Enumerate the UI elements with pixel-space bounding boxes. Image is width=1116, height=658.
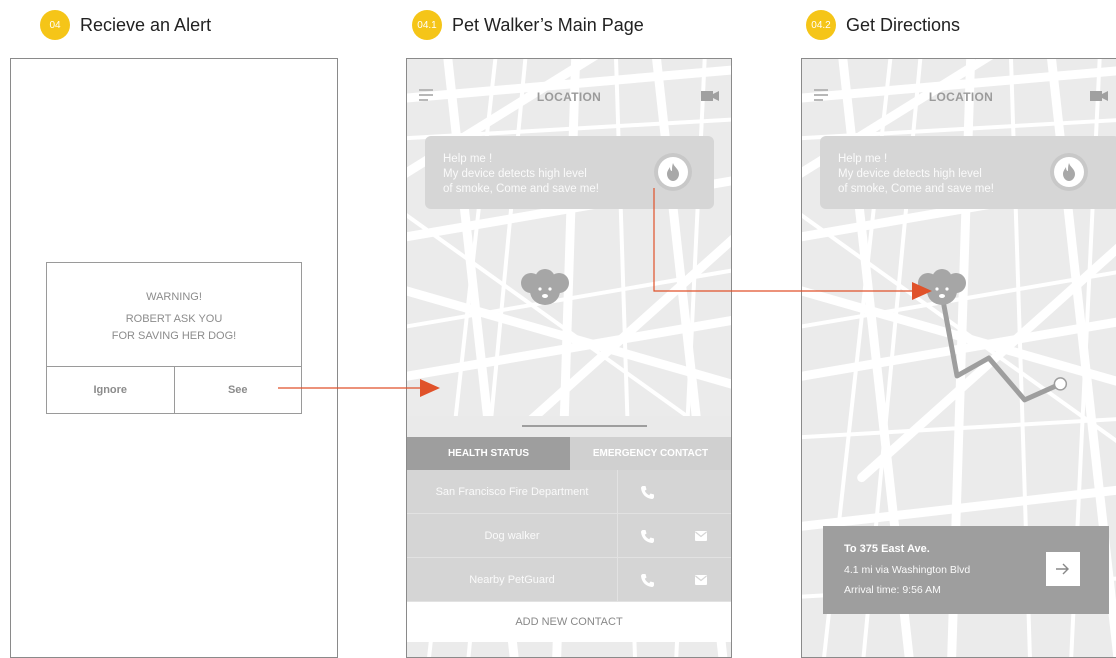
dog-icon[interactable] <box>916 269 968 311</box>
phone-frame-directions: LOCATION Help me ! My device detects hig… <box>801 58 1116 658</box>
dialog-message-line1: ROBERT ASK YOU <box>125 313 223 325</box>
phone-frame-main: LOCATION Help me ! My device detects hig… <box>406 58 732 658</box>
alert-line3: of smoke, Come and save me! <box>443 183 599 195</box>
tab-bar: HEALTH STATUS EMERGENCY CONTACT <box>407 437 731 470</box>
fire-button[interactable] <box>654 153 692 191</box>
screen1-heading: 04 Recieve an Alert <box>40 10 211 40</box>
dialog-message-line2: FOR SAVING HER DOG! <box>111 330 237 342</box>
contact-name: San Francisco Fire Department <box>407 470 618 514</box>
destination-marker <box>1053 377 1068 391</box>
add-contact-button[interactable]: ADD NEW CONTACT <box>407 602 731 642</box>
alert-card[interactable]: Help me ! My device detects high level o… <box>820 136 1116 209</box>
phone-icon[interactable] <box>641 574 654 587</box>
contact-name: Dog walker <box>407 514 618 558</box>
see-button[interactable]: See <box>175 367 302 413</box>
fire-icon <box>1063 163 1075 181</box>
page-title: LOCATION <box>536 90 602 104</box>
tab-emergency-contact[interactable]: EMERGENCY CONTACT <box>570 437 731 470</box>
dialog-title: WARNING! <box>146 291 202 303</box>
contact-row: San Francisco Fire Department <box>407 470 731 514</box>
mail-icon[interactable] <box>695 575 707 585</box>
alert-line3: of smoke, Come and save me! <box>838 183 994 195</box>
dog-icon[interactable] <box>519 269 571 311</box>
alert-message: Help me ! My device detects high level o… <box>838 152 994 197</box>
contact-row: Nearby PetGuard <box>407 558 731 602</box>
screen2-heading: 04.1 Pet Walker’s Main Page <box>412 10 644 40</box>
alert-card[interactable]: Help me ! My device detects high level o… <box>425 136 714 209</box>
step-title: Get Directions <box>846 14 961 35</box>
step-title: Pet Walker’s Main Page <box>452 14 644 35</box>
alert-line2: My device detects high level <box>838 168 982 180</box>
step-badge: 04.2 <box>806 10 836 40</box>
drag-handle[interactable] <box>522 425 647 427</box>
step-title: Recieve an Alert <box>80 14 212 35</box>
arrival-time: Arrival time: 9:56 AM <box>844 584 941 596</box>
directions-card: To 375 East Ave. 4.1 mi via Washington B… <box>823 526 1109 614</box>
camera-icon[interactable] <box>701 90 719 102</box>
alert-message: Help me ! My device detects high level o… <box>443 152 599 197</box>
alert-line1: Help me ! <box>443 153 493 165</box>
tab-health-status[interactable]: HEALTH STATUS <box>407 437 570 470</box>
start-navigation-button[interactable] <box>1046 552 1080 586</box>
alert-line1: Help me ! <box>838 153 888 165</box>
contact-row: Dog walker <box>407 514 731 558</box>
top-bar: LOCATION <box>407 81 731 111</box>
warning-dialog: WARNING! ROBERT ASK YOU FOR SAVING HER D… <box>46 262 302 414</box>
mail-icon[interactable] <box>695 531 707 541</box>
ignore-button[interactable]: Ignore <box>47 367 175 413</box>
fire-icon <box>667 163 679 181</box>
camera-icon[interactable] <box>1090 90 1108 102</box>
contact-name: Nearby PetGuard <box>407 558 618 602</box>
top-bar: LOCATION <box>802 81 1116 111</box>
step-badge: 04 <box>40 10 70 40</box>
arrow-right-icon <box>1056 563 1069 575</box>
dialog-body: WARNING! ROBERT ASK YOU FOR SAVING HER D… <box>47 263 301 367</box>
step-badge: 04.1 <box>412 10 442 40</box>
route-summary: 4.1 mi via Washington Blvd <box>844 564 971 576</box>
page-title: LOCATION <box>928 90 994 104</box>
fire-button[interactable] <box>1050 153 1088 191</box>
alert-line2: My device detects high level <box>443 168 587 180</box>
screen3-heading: 04.2 Get Directions <box>806 10 960 40</box>
phone-icon[interactable] <box>641 486 654 499</box>
contact-list: San Francisco Fire Department Dog walker… <box>407 470 731 602</box>
destination-label: To 375 East Ave. <box>844 543 930 555</box>
phone-icon[interactable] <box>641 530 654 543</box>
bottom-sheet: HEALTH STATUS EMERGENCY CONTACT San Fran… <box>407 416 731 656</box>
dialog-actions: Ignore See <box>47 367 301 413</box>
sheet-drag-area[interactable] <box>407 416 731 437</box>
